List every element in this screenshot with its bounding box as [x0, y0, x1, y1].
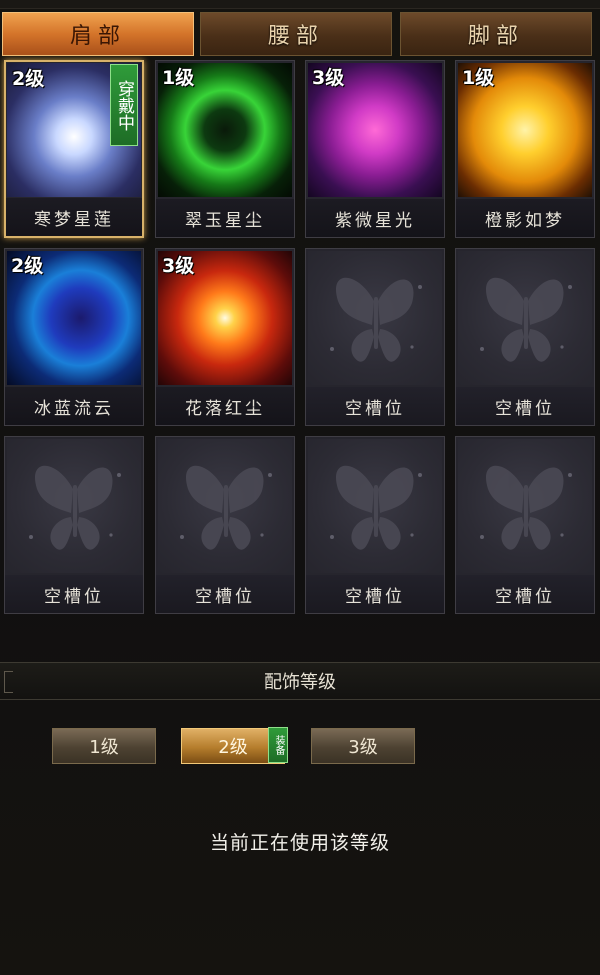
- slot-name: 紫微星光: [306, 199, 444, 237]
- accessory-slot[interactable]: 3级花落红尘: [155, 248, 295, 426]
- tab-waist[interactable]: 腰部: [200, 12, 392, 56]
- status-text: 当前正在使用该等级: [209, 832, 390, 854]
- empty-slot[interactable]: 空槽位: [455, 248, 595, 426]
- level-badge: 1级: [162, 67, 195, 89]
- slot-name: 空槽位: [306, 387, 444, 425]
- empty-slot[interactable]: 空槽位: [155, 436, 295, 614]
- empty-slot[interactable]: 空槽位: [305, 248, 445, 426]
- empty-slot[interactable]: 空槽位: [4, 436, 144, 614]
- slot-tabs: 肩部 腰部 脚部: [0, 12, 600, 58]
- empty-slot-image: [308, 439, 442, 573]
- butterfly-icon: [330, 277, 422, 362]
- tab-feet[interactable]: 脚部: [400, 12, 592, 56]
- slot-name: 空槽位: [456, 575, 594, 613]
- accessory-panel: 肩部 腰部 脚部 2级 穿戴中 寒梦星莲 1级 翠玉星尘 3级 紫微星光 1级 橙影如梦 2级 冰蓝…: [0, 0, 600, 975]
- slot-name: 空槽位: [306, 575, 444, 613]
- empty-slot-image: [7, 439, 141, 573]
- butterfly-icon: [29, 465, 121, 550]
- slot-name: 寒梦星莲: [6, 198, 142, 236]
- section-title: 配饰等级: [264, 672, 336, 693]
- butterfly-icon: [330, 465, 422, 550]
- section-header: 配饰等级: [0, 662, 600, 700]
- level-badge: 1级: [462, 67, 495, 89]
- slot-name: 空槽位: [5, 575, 143, 613]
- slot-name: 橙影如梦: [456, 199, 594, 237]
- slot-name: 空槽位: [156, 575, 294, 613]
- accessory-slot[interactable]: 1级翠玉星尘: [155, 60, 295, 238]
- butterfly-icon: [480, 465, 572, 550]
- wearing-badge: 穿戴中: [110, 64, 138, 146]
- slot-name: 空槽位: [456, 387, 594, 425]
- butterfly-icon: [180, 465, 272, 550]
- empty-slot[interactable]: 空槽位: [305, 436, 445, 614]
- empty-slot-image: [458, 251, 592, 385]
- slot-name: 花落红尘: [156, 387, 294, 425]
- top-border: [0, 0, 600, 9]
- accessory-grid: 2级 穿戴中 寒梦星莲 1级 翠玉星尘 3级 紫微星光 1级 橙影如梦 2级 冰蓝流云 3级 花落红尘空…: [0, 60, 600, 620]
- empty-slot-image: [458, 439, 592, 573]
- accessory-slot[interactable]: 2级 穿戴中寒梦星莲: [4, 60, 144, 238]
- level-1-button[interactable]: 1级: [52, 728, 156, 764]
- level-badge: 2级: [11, 255, 44, 277]
- level-3-button[interactable]: 3级: [311, 728, 415, 764]
- slot-name: 翠玉星尘: [156, 199, 294, 237]
- accessory-slot[interactable]: 2级冰蓝流云: [4, 248, 144, 426]
- equipped-badge: 装备: [268, 727, 288, 763]
- empty-slot-image: [158, 439, 292, 573]
- level-badge: 2级: [12, 68, 45, 90]
- slot-name: 冰蓝流云: [5, 387, 143, 425]
- tab-shoulder[interactable]: 肩部: [2, 12, 194, 56]
- accessory-slot[interactable]: 3级紫微星光: [305, 60, 445, 238]
- level-badge: 3级: [312, 67, 345, 89]
- empty-slot-image: [308, 251, 442, 385]
- empty-slot[interactable]: 空槽位: [455, 436, 595, 614]
- butterfly-icon: [480, 277, 572, 362]
- accessory-slot[interactable]: 1级橙影如梦: [455, 60, 595, 238]
- level-badge: 3级: [162, 255, 195, 277]
